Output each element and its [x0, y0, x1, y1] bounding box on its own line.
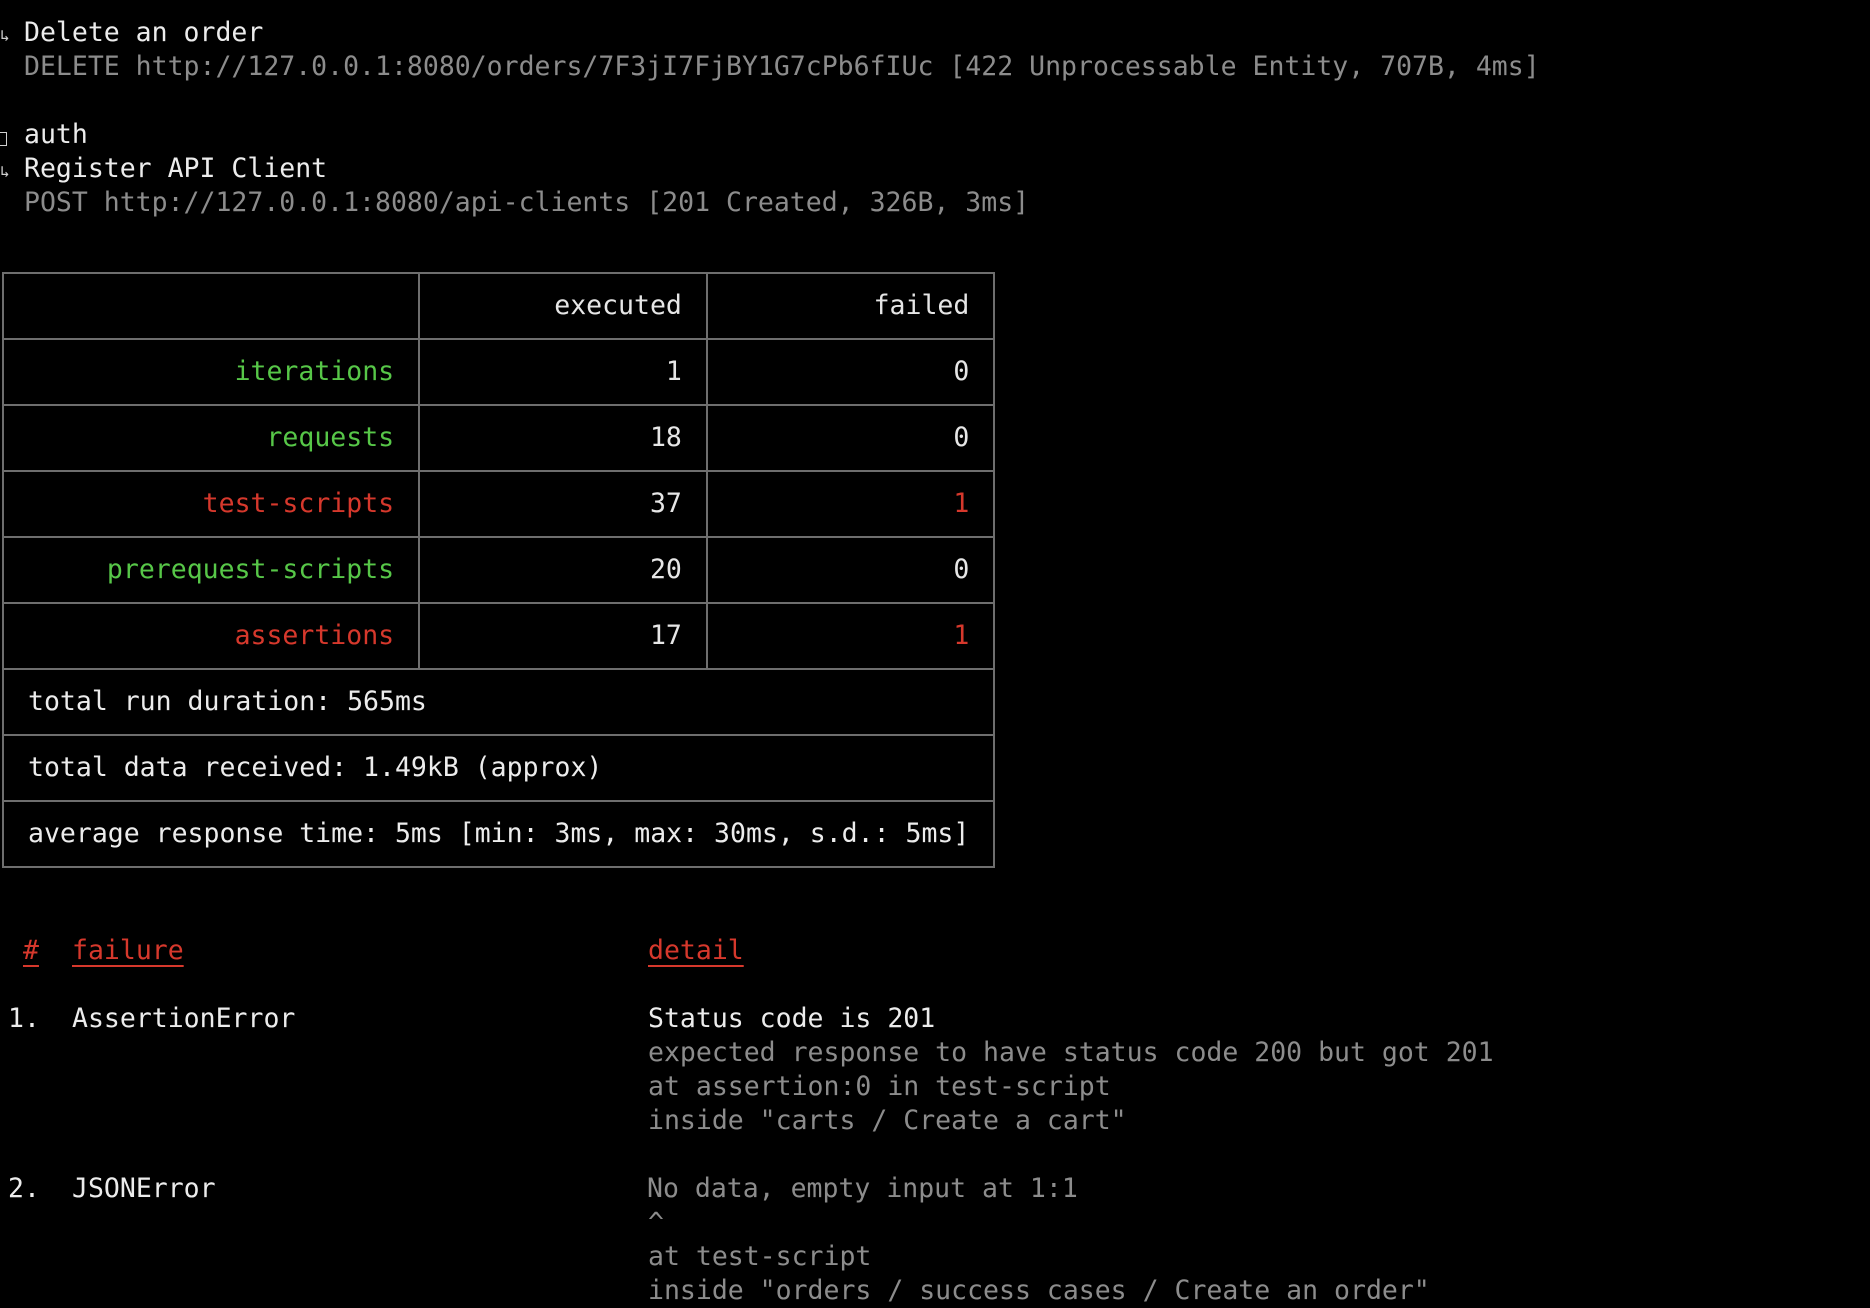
- failure-detail-line: inside "carts / Create a cart": [648, 1105, 1127, 1136]
- request-arrow-icon: ↳: [0, 162, 10, 181]
- failure-detail-line: ^: [648, 1207, 664, 1238]
- run-summary-table: executed failed iterations 1 0 requests …: [1, 272, 996, 868]
- failure-title: Status code is 201: [648, 1003, 936, 1034]
- table-header-failed: failed: [705, 272, 996, 340]
- table-row: total run duration: 565ms: [1, 668, 996, 736]
- request-detail: POST http://127.0.0.1:8080/api-clients […: [24, 187, 1030, 218]
- table-row: average response time: 5ms [min: 3ms, ma…: [1, 800, 996, 868]
- failure-detail-line: at assertion:0 in test-script: [648, 1071, 1111, 1102]
- row-label-requests: requests: [1, 404, 421, 472]
- row-failed: 0: [705, 404, 996, 472]
- folder-name: auth: [24, 119, 88, 150]
- table-row: assertions 17 1: [1, 602, 996, 670]
- failure-type: JSONError: [72, 1173, 216, 1204]
- table-row: iterations 1 0: [1, 338, 996, 406]
- folder-box-icon: [0, 132, 7, 146]
- table-row: test-scripts 37 1: [1, 470, 996, 538]
- row-failed: 1: [705, 470, 996, 538]
- row-executed: 18: [418, 404, 708, 472]
- row-failed: 0: [705, 536, 996, 604]
- row-executed: 37: [418, 470, 708, 538]
- request-arrow-icon: ↳: [0, 26, 10, 45]
- row-executed: 17: [418, 602, 708, 670]
- failure-title: No data, empty input at 1:1: [647, 1173, 1078, 1204]
- failure-index: 2.: [8, 1173, 40, 1204]
- average-response-time: average response time: 5ms [min: 3ms, ma…: [1, 800, 996, 868]
- failure-detail-line: inside "orders / success cases / Create …: [648, 1275, 1430, 1306]
- table-row: total data received: 1.49kB (approx): [1, 734, 996, 802]
- row-label-prerequest-scripts: prerequest-scripts: [1, 536, 421, 604]
- row-failed: 0: [705, 338, 996, 406]
- row-label-assertions: assertions: [1, 602, 421, 670]
- failure-detail-line: at test-script: [648, 1241, 872, 1272]
- row-label-iterations: iterations: [1, 338, 421, 406]
- row-label-test-scripts: test-scripts: [1, 470, 421, 538]
- failure-index: 1.: [8, 1003, 40, 1034]
- failure-detail-line: expected response to have status code 20…: [648, 1037, 1494, 1068]
- failures-header-detail: detail: [648, 935, 744, 966]
- request-detail: DELETE http://127.0.0.1:8080/orders/7F3j…: [24, 51, 1540, 82]
- total-data-received: total data received: 1.49kB (approx): [1, 734, 996, 802]
- request-name: Register API Client: [24, 153, 328, 184]
- table-row: requests 18 0: [1, 404, 996, 472]
- table-header-cell: [1, 272, 421, 340]
- row-executed: 20: [418, 536, 708, 604]
- failures-header-index: #: [23, 935, 39, 966]
- row-executed: 1: [418, 338, 708, 406]
- table-header-row: executed failed: [1, 272, 996, 340]
- table-header-executed: executed: [418, 272, 708, 340]
- total-run-duration: total run duration: 565ms: [1, 668, 996, 736]
- request-name: Delete an order: [24, 17, 264, 48]
- failure-type: AssertionError: [72, 1003, 296, 1034]
- table-row: prerequest-scripts 20 0: [1, 536, 996, 604]
- row-failed: 1: [705, 602, 996, 670]
- failures-header-failure: failure: [72, 935, 184, 966]
